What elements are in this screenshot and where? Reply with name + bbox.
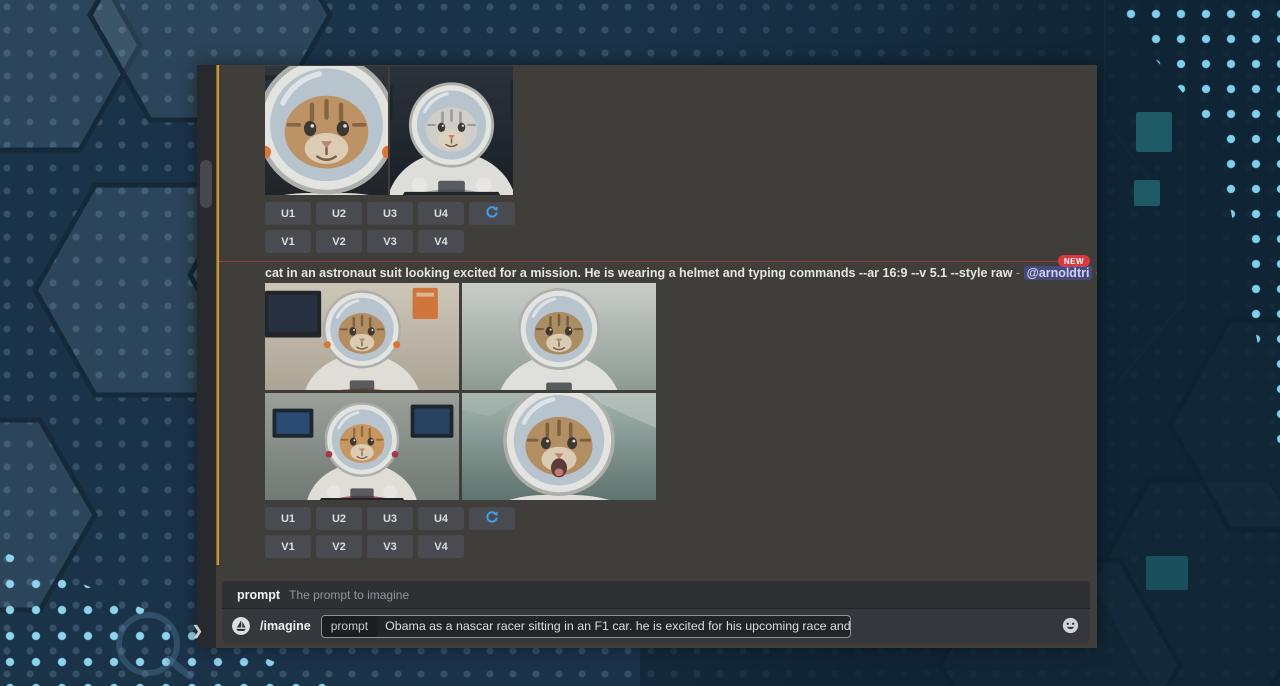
scrollbar-track[interactable]	[197, 65, 216, 648]
upscale-button-u4[interactable]: U4	[418, 507, 464, 530]
astro-cat-v3[interactable]	[265, 393, 459, 500]
rerun-button[interactable]	[469, 507, 515, 530]
astro-cat-v1[interactable]	[265, 283, 459, 390]
upscale-button-u2[interactable]: U2	[316, 202, 362, 225]
variation-button-row: V1V2V3V4	[265, 535, 464, 558]
teal-square	[1146, 556, 1188, 590]
upscale-button-u1[interactable]: U1	[265, 507, 311, 530]
generated-image-grid-previous[interactable]	[265, 66, 513, 195]
slash-command-box: prompt The prompt to imagine /imagine pr…	[222, 581, 1090, 643]
highlight-accent-bar	[216, 65, 219, 565]
discord-chat-window: U1U2U3U4 V1V2V3V4 NEW cat in an astronau…	[197, 65, 1097, 648]
new-messages-divider	[219, 261, 1090, 262]
prompt-input-value[interactable]: Obama as a nascar racer sitting in an F1…	[377, 619, 851, 633]
midjourney-bot-avatar	[232, 617, 250, 635]
variation-button-v3[interactable]: V3	[367, 230, 413, 253]
generated-image-grid[interactable]	[265, 283, 656, 500]
option-description: The prompt to imagine	[289, 588, 409, 602]
astro-cat-upscale-right[interactable]	[390, 66, 513, 195]
variation-button-row: V1V2V3V4	[265, 230, 464, 253]
message-prompt-text: cat in an astronaut suit looking excited…	[265, 266, 1090, 280]
repeat-icon	[485, 205, 499, 222]
message-input-bar[interactable]: /imagine prompt Obama as a nascar racer …	[222, 609, 1090, 643]
imagine-command-label: /imagine	[260, 619, 311, 633]
upscale-button-u1[interactable]: U1	[265, 202, 311, 225]
generation-mode: (fast)	[1096, 266, 1097, 280]
astro-cat-v2[interactable]	[462, 283, 656, 390]
teal-square	[1136, 112, 1172, 152]
prompt-input[interactable]: prompt Obama as a nascar racer sitting i…	[321, 615, 851, 638]
variation-button-v4[interactable]: V4	[418, 230, 464, 253]
chevron-right-icon[interactable]: ❯	[192, 623, 203, 639]
command-option-hint: prompt The prompt to imagine	[222, 581, 1090, 609]
magnifier-watermark	[116, 612, 180, 676]
option-name: prompt	[237, 588, 280, 602]
astro-cat-v4[interactable]	[462, 393, 656, 500]
user-mention[interactable]: @arnoldtri	[1024, 266, 1093, 280]
upscale-button-u4[interactable]: U4	[418, 202, 464, 225]
separator: -	[1016, 266, 1020, 280]
upscale-button-u2[interactable]: U2	[316, 507, 362, 530]
upscale-button-row: U1U2U3U4	[265, 507, 515, 530]
upscale-button-u3[interactable]: U3	[367, 202, 413, 225]
variation-button-v1[interactable]: V1	[265, 535, 311, 558]
variation-button-v1[interactable]: V1	[265, 230, 311, 253]
emoji-picker-icon[interactable]	[1062, 617, 1079, 634]
teal-square	[1134, 180, 1160, 206]
astro-cat-upscale-left[interactable]	[265, 66, 388, 195]
variation-button-v2[interactable]: V2	[316, 230, 362, 253]
repeat-icon	[485, 510, 499, 527]
variation-button-v2[interactable]: V2	[316, 535, 362, 558]
prompt-text: cat in an astronaut suit looking excited…	[265, 266, 1012, 280]
prompt-option-chip: prompt	[322, 616, 377, 637]
variation-button-v3[interactable]: V3	[367, 535, 413, 558]
scrollbar-thumb[interactable]	[200, 160, 212, 208]
upscale-button-row: U1U2U3U4	[265, 202, 515, 225]
upscale-button-u3[interactable]: U3	[367, 507, 413, 530]
variation-button-v4[interactable]: V4	[418, 535, 464, 558]
rerun-button[interactable]	[469, 202, 515, 225]
